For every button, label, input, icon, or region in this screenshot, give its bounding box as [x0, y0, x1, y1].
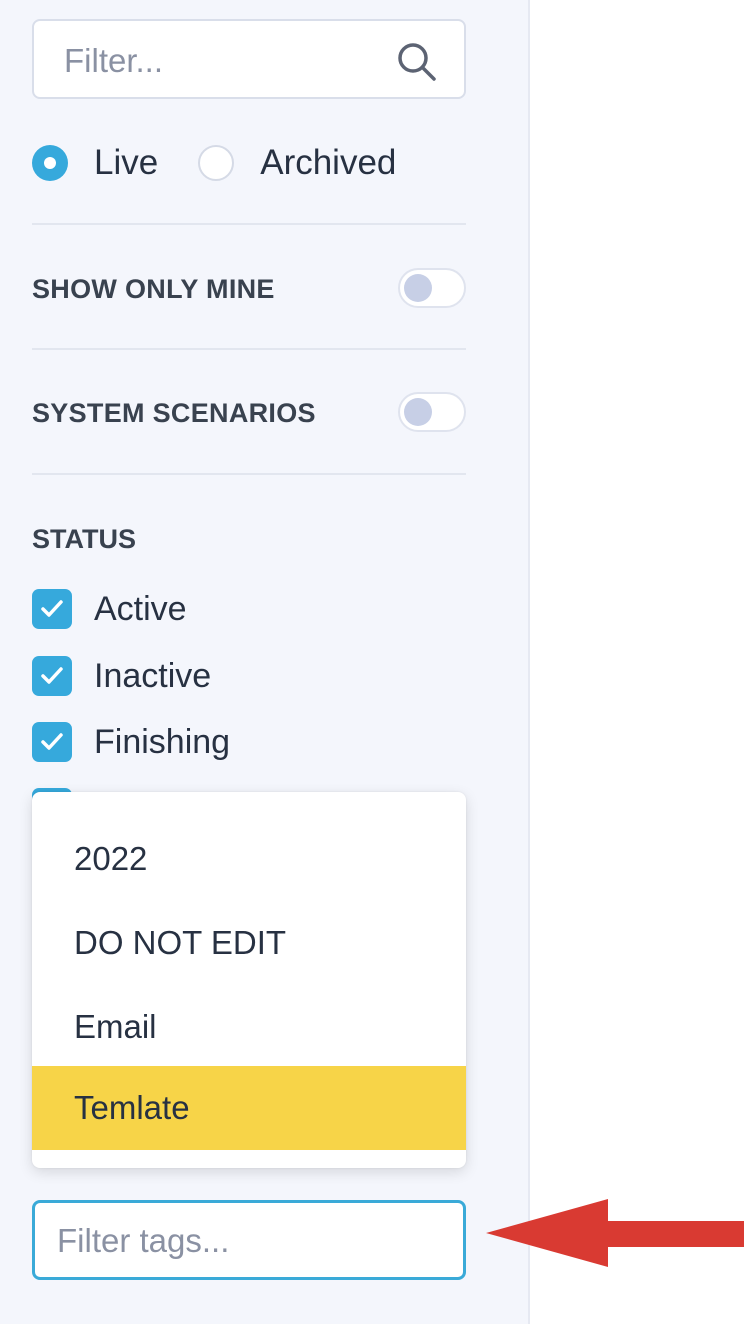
system-scenarios-label: SYSTEM SCENARIOS [32, 398, 316, 428]
radio-archived-indicator[interactable] [198, 145, 235, 181]
divider [32, 473, 466, 475]
radio-live[interactable]: Live [32, 143, 158, 183]
divider [32, 223, 466, 225]
filter-field[interactable] [32, 19, 466, 99]
checkbox-checked[interactable] [32, 722, 72, 762]
tags-filter-field[interactable] [32, 1200, 466, 1280]
system-scenarios-row: SYSTEM SCENARIOS [32, 392, 466, 436]
view-mode-radio-group: Live Archived [32, 138, 436, 188]
show-only-mine-toggle[interactable] [398, 268, 466, 308]
status-checkbox-finishing[interactable]: Finishing [32, 722, 230, 762]
tags-dropdown: 2022 DO NOT EDIT Email Temlate [32, 792, 466, 1168]
tags-filter-input[interactable] [55, 1219, 439, 1263]
annotation-arrow-icon [486, 1199, 744, 1267]
toggle-knob [404, 274, 432, 302]
show-only-mine-label: SHOW ONLY MINE [32, 274, 275, 304]
search-icon[interactable] [394, 39, 440, 85]
checkbox-checked[interactable] [32, 589, 72, 629]
status-checkbox-active[interactable]: Active [32, 589, 187, 629]
tags-dropdown-option[interactable]: Email [32, 985, 466, 1069]
status-label-finishing: Finishing [94, 722, 231, 761]
status-label-inactive: Inactive [94, 656, 212, 695]
status-checkbox-inactive[interactable]: Inactive [32, 656, 211, 696]
show-only-mine-row: SHOW ONLY MINE [32, 268, 466, 312]
tags-dropdown-option[interactable]: 2022 [32, 817, 466, 901]
status-section-title: STATUS [32, 524, 136, 554]
radio-archived-label: Archived [260, 143, 397, 182]
radio-live-label: Live [94, 143, 159, 182]
toggle-knob [404, 398, 432, 426]
check-icon [41, 733, 63, 750]
filter-sidebar: Live Archived SHOW ONLY MINE SYSTEM SCEN… [0, 0, 530, 1324]
radio-live-indicator[interactable] [32, 145, 68, 181]
tags-dropdown-option[interactable]: DO NOT EDIT [32, 901, 466, 985]
radio-archived[interactable]: Archived [198, 143, 396, 183]
status-label-active: Active [94, 589, 187, 628]
check-icon [41, 600, 63, 617]
tags-dropdown-option-highlighted[interactable]: Temlate [32, 1066, 466, 1150]
check-icon [41, 667, 63, 684]
divider [32, 348, 466, 350]
checkbox-checked[interactable] [32, 656, 72, 696]
filter-input[interactable] [62, 39, 366, 83]
system-scenarios-toggle[interactable] [398, 392, 466, 432]
